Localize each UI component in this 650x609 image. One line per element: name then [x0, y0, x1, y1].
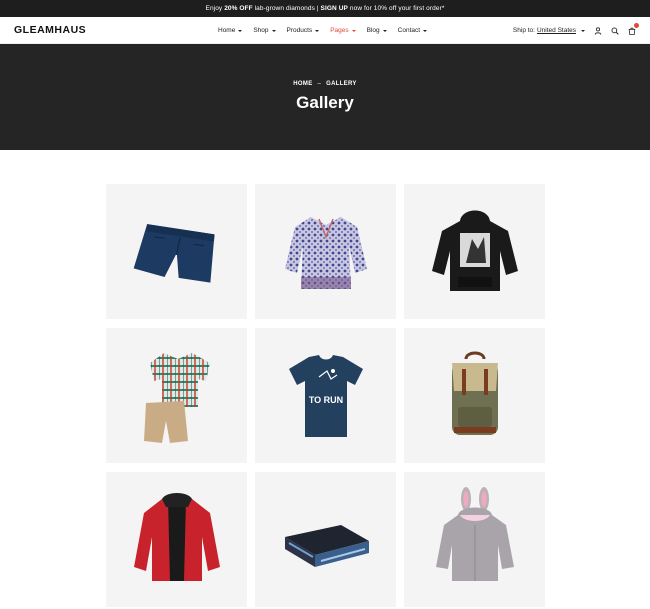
gallery-item-black-graphic-hoodie[interactable]: [404, 184, 545, 319]
chevron-down-icon: [423, 29, 428, 32]
gallery-item-navy-shorts[interactable]: [106, 184, 247, 319]
nav-label: Blog: [366, 27, 380, 34]
black-hoodie-image: [431, 210, 518, 291]
navy-tshirt-image: TO RUN: [288, 354, 363, 437]
nav-label: Contact: [397, 27, 421, 34]
site-logo[interactable]: GLEAMHAUS: [14, 24, 86, 36]
nav-label: Pages: [330, 27, 349, 34]
gallery-item-floral-blouse[interactable]: [255, 184, 396, 319]
nav-item-contact[interactable]: Contact: [397, 27, 428, 34]
gallery-item-red-jacket[interactable]: [106, 472, 247, 607]
ship-to-country: United States: [536, 27, 576, 34]
announce-signup-link[interactable]: SIGN UP: [321, 5, 348, 12]
chevron-down-icon: [351, 29, 356, 32]
chevron-down-icon: [315, 29, 320, 32]
header-tools: Ship to: United States: [513, 17, 639, 44]
chevron-down-icon: [238, 29, 243, 32]
nav-item-products[interactable]: Products: [287, 27, 320, 34]
page-title: Gallery: [296, 93, 354, 112]
user-icon[interactable]: [593, 26, 602, 35]
ship-to-selector[interactable]: Ship to: United States: [513, 27, 585, 34]
announce-highlight: 20% OFF: [224, 5, 253, 12]
nav-label: Products: [286, 27, 313, 34]
search-icon[interactable]: [610, 26, 619, 35]
gallery-item-kids-plaid-set[interactable]: [106, 328, 247, 463]
backpack-image: [451, 351, 498, 435]
site-header: GLEAMHAUS Home Shop Products Pages Blog …: [0, 17, 650, 44]
gallery-item-folded-boxer-shorts[interactable]: [255, 472, 396, 607]
navy-shorts-image: [133, 223, 214, 283]
gallery-item-bunny-ear-hoodie[interactable]: [404, 472, 545, 607]
announce-suffix: now for 10% off your first order*: [349, 5, 445, 12]
announce-middle: lab-grown diamonds |: [254, 5, 319, 12]
gallery-grid: TO RUN: [106, 184, 545, 607]
bunny-hoodie-image: [435, 486, 514, 581]
announcement-bar: Enjoy 20% OFF lab-grown diamonds | SIGN …: [0, 0, 650, 17]
ship-to-label: Ship to:: [512, 27, 535, 34]
nav-item-home[interactable]: Home: [218, 27, 243, 34]
nav-item-pages[interactable]: Pages: [330, 27, 356, 34]
chevron-down-icon: [271, 29, 276, 32]
breadcrumb-current: GALLERY: [326, 81, 357, 87]
gallery-item-navy-run-tshirt[interactable]: TO RUN: [255, 328, 396, 463]
cart-count-badge: [634, 23, 639, 28]
tshirt-print-text: TO RUN: [308, 395, 342, 405]
red-jacket-image: [133, 492, 220, 581]
nav-label: Home: [218, 27, 236, 34]
breadcrumb: HOME – GALLERY: [293, 81, 356, 87]
nav-item-blog[interactable]: Blog: [367, 27, 387, 34]
cart-icon[interactable]: [627, 23, 639, 35]
announce-prefix: Enjoy: [205, 5, 223, 12]
floral-blouse-image: [284, 216, 367, 289]
gallery-item-canvas-backpack[interactable]: [404, 328, 545, 463]
boxer-shorts-image: [284, 524, 369, 567]
breadcrumb-home-link[interactable]: HOME: [293, 81, 312, 87]
page-hero: HOME – GALLERY Gallery: [0, 44, 650, 150]
chevron-down-icon: [581, 29, 585, 32]
nav-label: Shop: [253, 27, 269, 34]
kids-plaid-set-image: [143, 352, 210, 443]
breadcrumb-separator: –: [317, 81, 322, 87]
nav-item-shop[interactable]: Shop: [253, 27, 276, 34]
main-nav: Home Shop Products Pages Blog Contact: [218, 17, 438, 44]
chevron-down-icon: [382, 29, 387, 32]
